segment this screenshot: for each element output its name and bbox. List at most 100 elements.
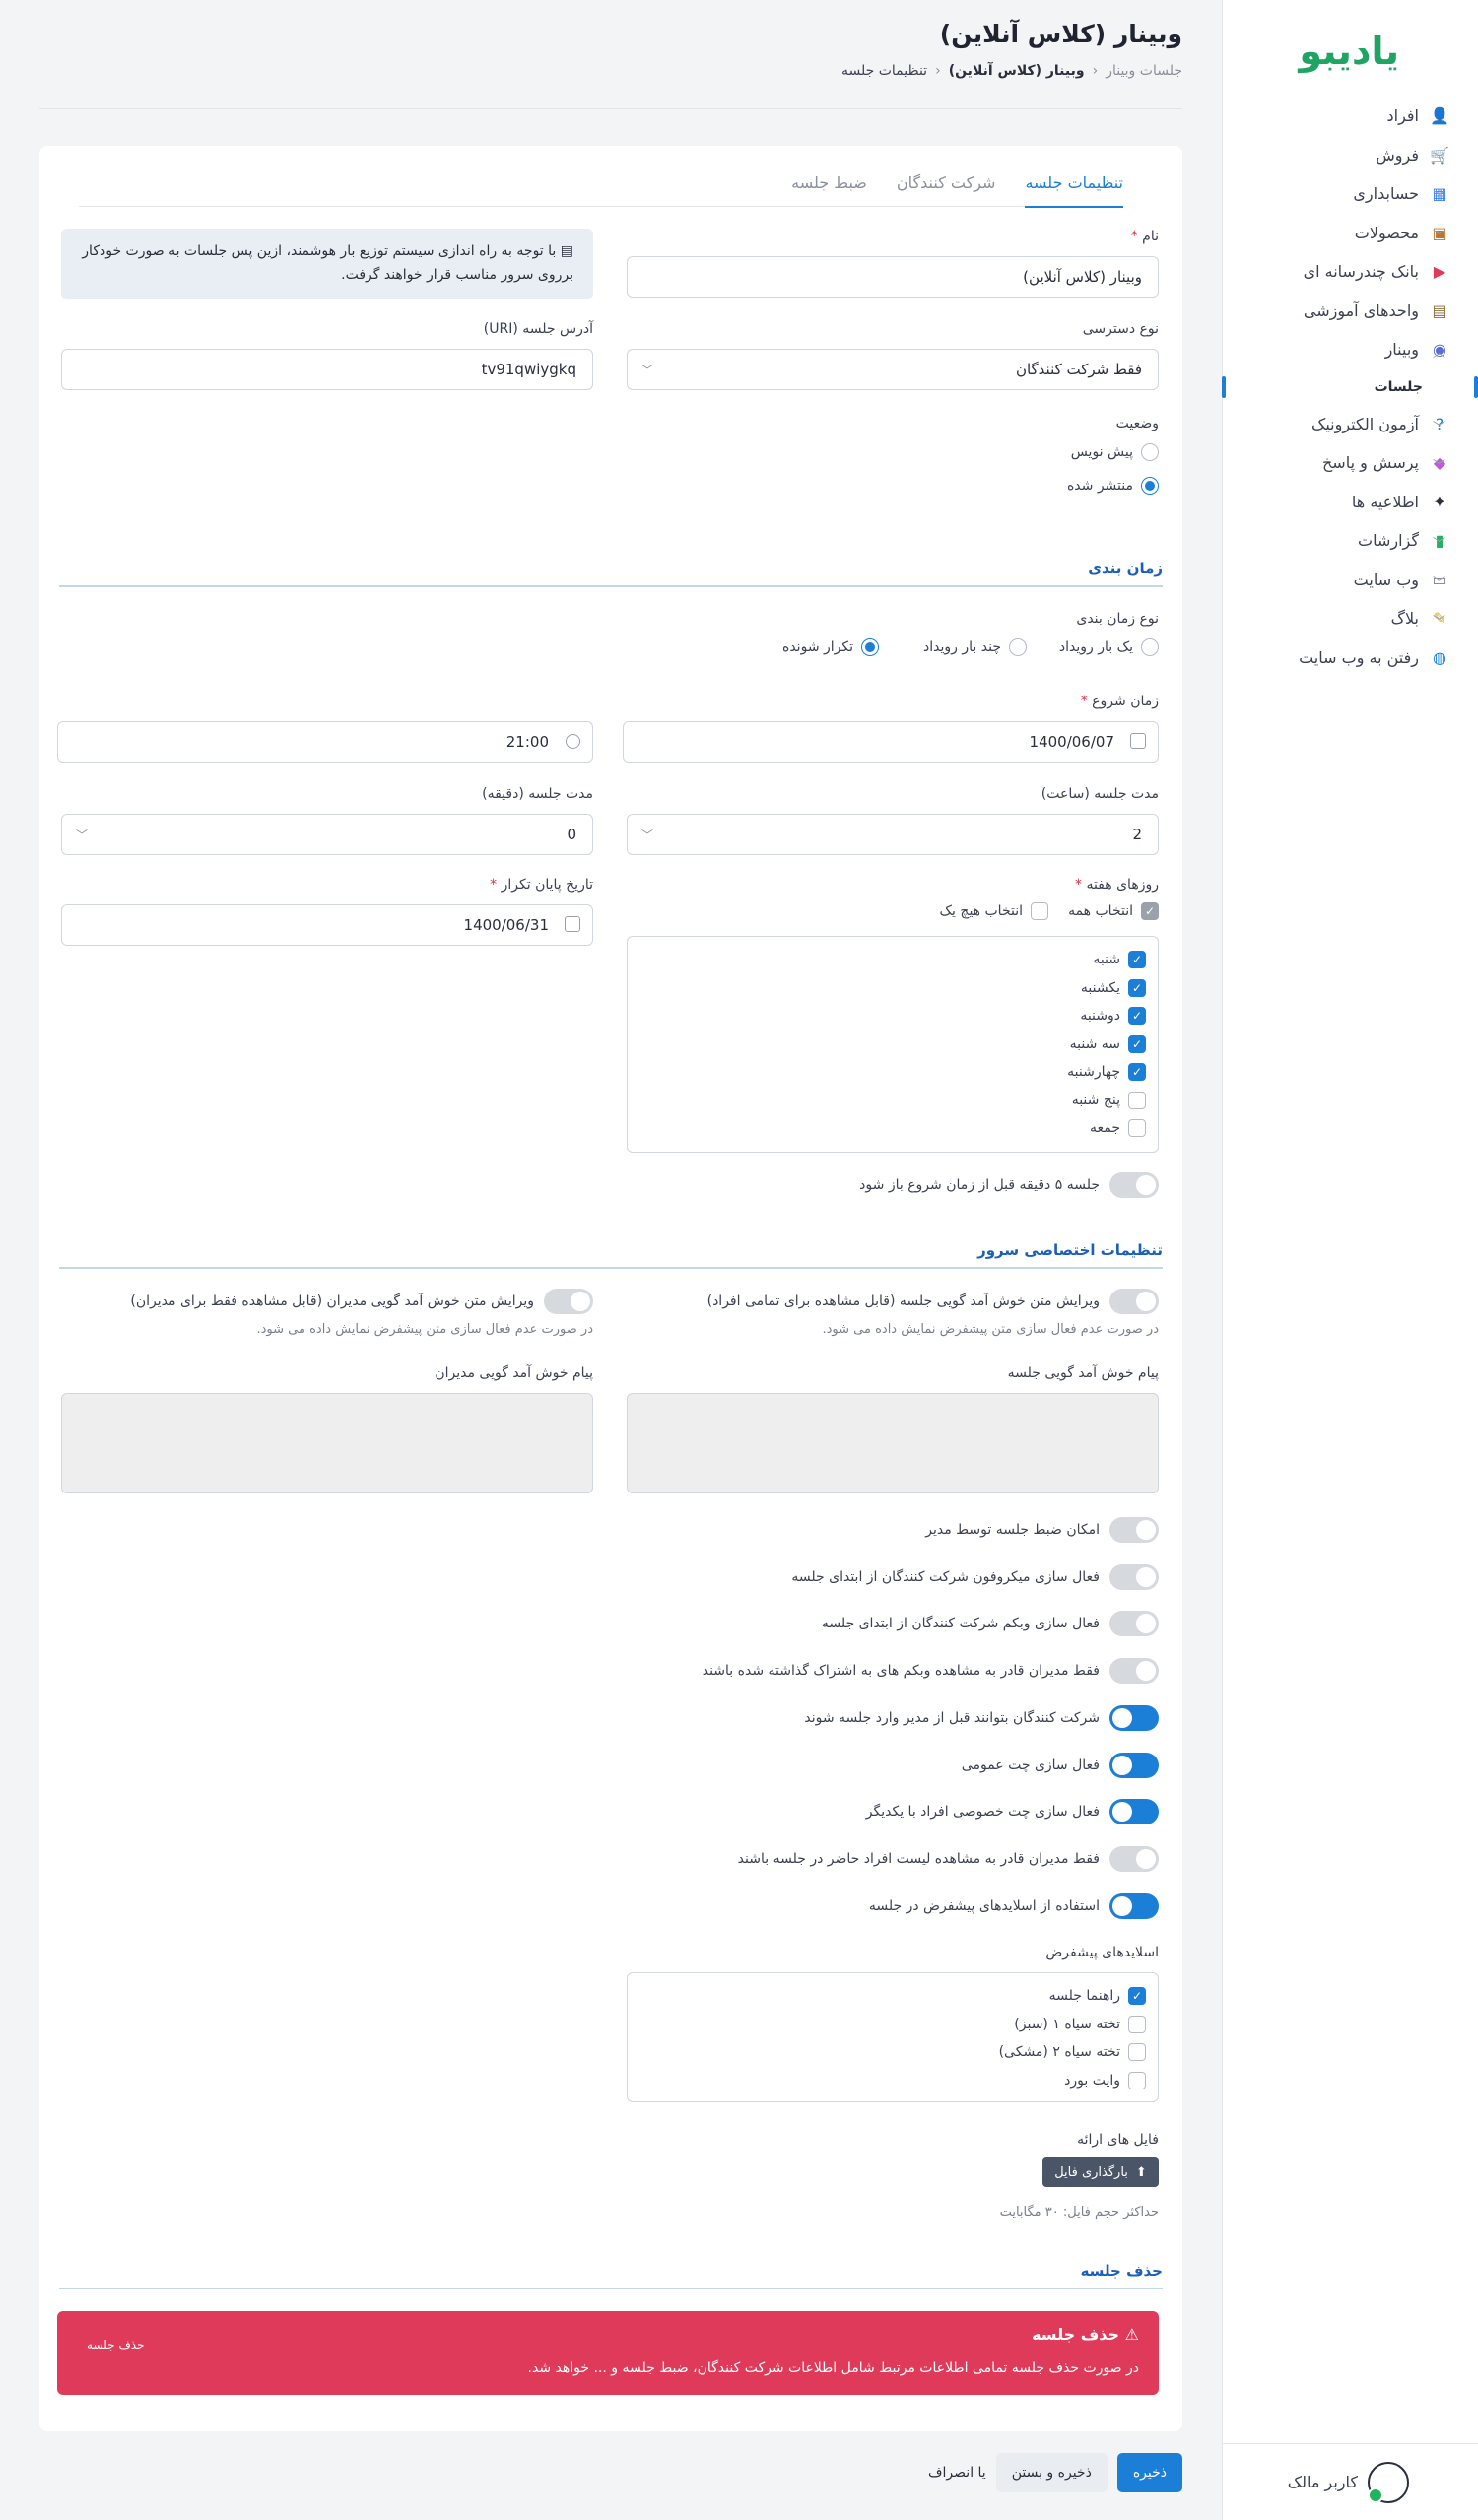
slide-checkbox[interactable]: وایت بورد — [1064, 2071, 1146, 2089]
server-setting-toggle[interactable]: فقط مدیران قادر به مشاهده لیست افراد حاض… — [738, 1845, 1159, 1872]
sidebar-item[interactable]: 👤 افراد — [1222, 97, 1478, 136]
radio-icon — [861, 638, 879, 656]
sidebar-item[interactable]: 🛒 فروش ﹀ — [1222, 136, 1478, 175]
status-draft-radio[interactable]: پیش نویس — [1071, 443, 1159, 461]
weekday-checkbox[interactable]: پنج شنبه — [1072, 1091, 1146, 1109]
schedule-recurring-radio[interactable]: تکرار شونده — [782, 638, 879, 656]
weekday-checkbox[interactable]: ✓ دوشنبه — [1080, 1007, 1146, 1025]
access-select[interactable]: فقط شرکت کنندگان ﹀ — [627, 349, 1159, 390]
chevron-down-icon[interactable]: ﹀ — [1433, 455, 1445, 474]
toggle-switch[interactable] — [1109, 1752, 1159, 1778]
server-setting-toggle[interactable]: فعال سازی چت خصوصی افراد با یکدیگر — [866, 1799, 1159, 1825]
slide-checkbox[interactable]: تخته سیاه ۱ (سبز) — [1014, 2015, 1146, 2033]
server-setting-toggle[interactable]: استفاده از اسلایدهای پیشفرض در جلسه — [869, 1892, 1159, 1919]
tab-participants[interactable]: شرکت کنندگان — [897, 166, 996, 207]
checkbox-icon — [1031, 902, 1048, 920]
schedule-multi-radio[interactable]: چند بار رویداد — [923, 638, 1027, 656]
early-open-toggle[interactable]: جلسه ۵ دقیقه قبل از زمان شروع باز شود — [859, 1172, 1159, 1198]
sidebar-item[interactable]: ▭ وب سایت ﹀ — [1222, 561, 1478, 600]
toggle-switch[interactable] — [1109, 1704, 1159, 1731]
server-setting-toggle[interactable]: امکان ضبط جلسه توسط مدیر — [925, 1517, 1159, 1543]
toggle-switch[interactable] — [544, 1289, 593, 1314]
sidebar-item-label: رفتن به وب سایت — [1299, 647, 1419, 667]
duration-minutes-label: مدت جلسه (دقیقه) — [482, 786, 593, 802]
sidebar-item[interactable]: ▣ محصولات ﹀ — [1222, 214, 1478, 253]
welcome-mod-toggle[interactable]: ویرایش متن خوش آمد گویی مدیران (قابل مشا… — [130, 1289, 593, 1314]
chevron-down-icon[interactable]: ﹀ — [1433, 148, 1445, 166]
server-setting-toggle[interactable]: شرکت کنندگان بتوانند قبل از مدیر وارد جل… — [804, 1704, 1159, 1731]
chevron-down-icon[interactable]: ﹀ — [1433, 226, 1445, 244]
toggle-switch[interactable] — [1109, 1563, 1159, 1590]
save-button[interactable]: ذخیره — [1116, 2453, 1182, 2492]
select-none-checkbox[interactable]: انتخاب هیچ یک — [940, 902, 1048, 920]
welcome-mod-msg-textarea[interactable] — [61, 1393, 593, 1493]
schedule-once-radio[interactable]: یک بار رویداد — [1059, 638, 1159, 656]
save-close-button[interactable]: ذخیره و بستن — [995, 2453, 1108, 2492]
radio-icon — [1141, 477, 1159, 495]
weekday-checkbox[interactable]: جمعه — [1090, 1119, 1146, 1137]
select-all-checkbox[interactable]: ✓ انتخاب همه — [1068, 902, 1159, 920]
chevron-down-icon[interactable]: ﹀ — [1433, 186, 1445, 205]
toggle-switch[interactable] — [1109, 1172, 1159, 1198]
sidebar-item[interactable]: ▶ بانک چندرسانه ای — [1222, 252, 1478, 292]
chevron-down-icon[interactable]: ﹀ — [1433, 611, 1445, 630]
breadcrumb-item[interactable]: جلسات وبینار — [1106, 63, 1182, 79]
sidebar-subitem-sessions[interactable]: جلسات — [1222, 369, 1478, 405]
sidebar-item[interactable]: ▤ واحدهای آموزشی — [1222, 292, 1478, 331]
upload-file-button[interactable]: ⬆ بارگذاری فایل — [1042, 2157, 1159, 2187]
sidebar-item[interactable]: ◍ رفتن به وب سایت — [1222, 638, 1478, 678]
brand-logo[interactable]: یادیبو — [1299, 30, 1400, 73]
cancel-link[interactable]: یا انصراف — [928, 2465, 986, 2481]
tab-session-settings[interactable]: تنظیمات جلسه — [1025, 166, 1123, 208]
toggle-label: ویرایش متن خوش آمد گویی مدیران (قابل مشا… — [130, 1293, 534, 1309]
checkbox-icon: ✓ — [1128, 978, 1146, 997]
checkbox-icon — [1128, 2015, 1146, 2033]
toggle-switch[interactable] — [1109, 1845, 1159, 1872]
breadcrumb-item[interactable]: وبینار (کلاس آنلاین) — [949, 63, 1085, 79]
server-setting-toggle[interactable]: فعال سازی میکروفون شرکت کنندگان از ابتدا… — [791, 1563, 1159, 1590]
toggle-switch[interactable] — [1109, 1799, 1159, 1825]
duration-hours-select[interactable]: 2 ﹀ — [627, 814, 1159, 855]
server-setting-toggle[interactable]: فعال سازی وبکم شرکت کنندگان از ابتدای جل… — [821, 1611, 1159, 1637]
repeat-end-input[interactable]: 1400/06/31 — [61, 904, 593, 946]
welcome-msg-textarea[interactable] — [627, 1393, 1159, 1493]
chevron-up-icon[interactable]: ︿ — [1433, 342, 1445, 361]
toggle-switch[interactable] — [1109, 1658, 1159, 1685]
repeat-end-label: تاریخ پایان تکرار — [490, 877, 593, 893]
welcome-all-toggle[interactable]: ویرایش متن خوش آمد گویی جلسه (قابل مشاهد… — [707, 1289, 1159, 1314]
user-menu[interactable]: کاربر مالک — [1222, 2443, 1478, 2520]
chevron-down-icon[interactable]: ﹀ — [1433, 572, 1445, 591]
toggle-label: فعال سازی چت عمومی — [961, 1757, 1100, 1773]
duration-minutes-select[interactable]: 0 ﹀ — [61, 814, 593, 855]
server-setting-toggle[interactable]: فقط مدیران قادر به مشاهده وبکم های به اش… — [703, 1658, 1159, 1685]
sidebar-item[interactable]: ◉ وبینار ︿ — [1222, 330, 1478, 369]
chevron-down-icon[interactable]: ﹀ — [1433, 533, 1445, 552]
weekday-checkbox[interactable]: ✓ یکشنبه — [1081, 978, 1146, 997]
sidebar-item[interactable]: ▮ گزارشات ﹀ — [1222, 521, 1478, 561]
weekday-checkbox[interactable]: ✓ سه شنبه — [1070, 1034, 1146, 1053]
toggle-switch[interactable] — [1109, 1611, 1159, 1637]
sidebar-item[interactable]: ✎ بلاگ ﹀ — [1222, 599, 1478, 638]
delete-session-button[interactable]: حذف جلسه — [87, 2338, 145, 2352]
sidebar-item[interactable]: ? آزمون الکترونیک ﹀ — [1222, 405, 1478, 444]
toggle-switch[interactable] — [1109, 1892, 1159, 1919]
weekday-checkbox[interactable]: ✓ چهارشنبه — [1067, 1063, 1146, 1081]
sidebar-item[interactable]: ◆ پرسش و پاسخ ﹀ — [1222, 443, 1478, 483]
sidebar-item[interactable]: ✦ اطلاعیه ها — [1222, 483, 1478, 522]
sidebar-item[interactable]: ▦ حسابداری ﹀ — [1222, 174, 1478, 214]
toggle-switch[interactable] — [1109, 1517, 1159, 1543]
start-date-input[interactable]: 1400/06/07 — [623, 721, 1159, 763]
weekday-checkbox[interactable]: ✓ شنبه — [1093, 951, 1146, 968]
chevron-down-icon[interactable]: ﹀ — [1433, 417, 1445, 435]
tab-recording[interactable]: ضبط جلسه — [791, 166, 867, 207]
status-published-radio[interactable]: منتشر شده — [1067, 477, 1159, 495]
toggle-label: فعال سازی وبکم شرکت کنندگان از ابتدای جل… — [821, 1616, 1100, 1632]
uri-label: آدرس جلسه (URI) — [483, 321, 593, 337]
name-input[interactable]: وبینار (کلاس آنلاین) — [627, 256, 1159, 298]
start-time-input[interactable]: 21:00 — [57, 721, 593, 763]
slide-checkbox[interactable]: تخته سیاه ۲ (مشکی) — [999, 2043, 1146, 2061]
slide-checkbox[interactable]: ✓ راهنما جلسه — [1049, 1987, 1146, 2005]
server-setting-toggle[interactable]: فعال سازی چت عمومی — [961, 1752, 1159, 1778]
toggle-switch[interactable] — [1109, 1289, 1159, 1314]
uri-input[interactable]: tv91qwiygkq — [61, 349, 593, 390]
